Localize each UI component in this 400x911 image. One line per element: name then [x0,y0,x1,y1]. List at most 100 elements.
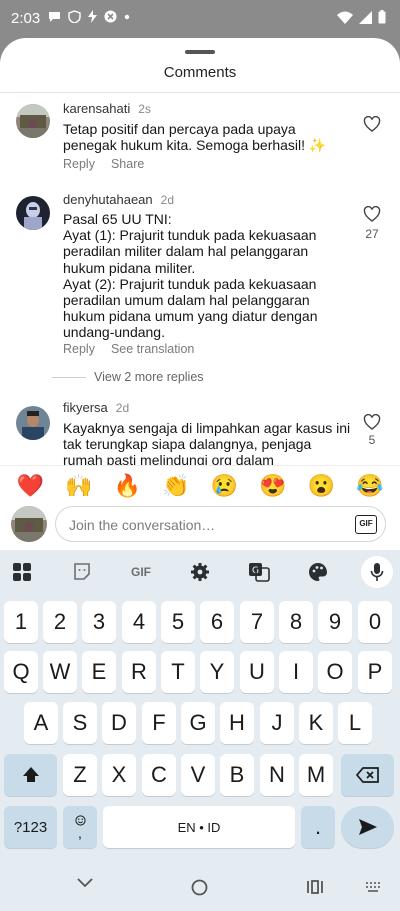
key-0[interactable]: 0 [358,601,392,643]
period-key[interactable]: . [301,806,335,848]
comment-actions: Reply See translation [63,342,194,356]
send-key[interactable] [341,806,394,848]
key-k[interactable]: K [299,702,333,744]
key-i[interactable]: I [279,651,313,693]
key-8[interactable]: 8 [279,601,313,643]
key-g[interactable]: G [181,702,215,744]
emoji-clap-button[interactable]: 👏 [162,474,189,497]
apps-grid-icon[interactable] [10,561,34,583]
key-4[interactable]: 4 [122,601,156,643]
key-a[interactable]: A [24,702,58,744]
avatar[interactable] [16,406,50,440]
comment-username[interactable]: fikyersa 2d [63,400,129,415]
like-heart-icon[interactable] [363,414,381,430]
key-h[interactable]: H [220,702,254,744]
home-circle-icon[interactable] [191,879,208,896]
share-button[interactable]: Share [111,157,144,171]
comment-input-placeholder: Join the conversation… [69,517,216,533]
like-heart-icon[interactable] [363,116,381,132]
emoji-heart-button[interactable]: ❤️ [17,474,44,497]
comment-input[interactable]: Join the conversation… GIF [55,506,386,542]
shield-notification-icon [68,10,81,23]
keyboard-switch-icon[interactable] [366,882,381,892]
system-navigation-bar [0,861,400,911]
comment-username[interactable]: denyhutahaean 2d [63,192,174,207]
key-u[interactable]: U [240,651,274,693]
gif-keyboard-button[interactable]: GIF [127,561,155,583]
key-1[interactable]: 1 [4,601,38,643]
like-heart-icon[interactable] [363,206,381,222]
sticker-icon[interactable] [70,561,94,583]
key-j[interactable]: J [260,702,294,744]
key-9[interactable]: 9 [318,601,352,643]
avatar-photo-icon [16,196,50,230]
comment-username[interactable]: karensahati 2s [63,101,151,116]
key-s[interactable]: S [63,702,97,744]
chat-notification-icon [49,12,60,22]
emoji-crying-button[interactable]: 😢 [211,474,238,497]
key-t[interactable]: T [161,651,195,693]
comment-time: 2d [115,401,130,415]
emoji-heart-eyes-button[interactable]: 😍 [259,474,286,497]
key-3[interactable]: 3 [82,601,116,643]
gif-button[interactable]: GIF [355,515,377,534]
key-r[interactable]: R [122,651,156,693]
sheet-drag-handle[interactable] [185,50,215,54]
key-w[interactable]: W [43,651,77,693]
view-more-replies-button[interactable]: View 2 more replies [52,370,204,384]
keyboard-toolbar: GIF G [0,550,400,594]
view-more-replies-label[interactable]: View 2 more replies [94,370,204,384]
send-arrow-icon [358,819,377,835]
dot-notification-icon [124,14,130,20]
settings-gear-icon[interactable] [188,561,212,583]
key-n[interactable]: N [260,754,294,796]
emoji-surprised-button[interactable]: 😮 [308,474,335,497]
key-v[interactable]: V [181,754,215,796]
translate-icon[interactable]: G [247,561,271,583]
key-6[interactable]: 6 [200,601,234,643]
key-2[interactable]: 2 [43,601,77,643]
shift-key[interactable] [4,754,57,796]
recents-icon[interactable] [306,880,324,894]
comment-text: Pasal 65 UU TNI: Ayat (1): Prajurit tund… [63,211,318,341]
avatar[interactable] [16,196,50,230]
key-q[interactable]: Q [4,651,38,693]
key-c[interactable]: C [142,754,176,796]
emoji-raising-hands-button[interactable]: 🙌 [65,474,92,497]
comment-actions: Reply Share [63,157,144,171]
like-count: 5 [368,433,376,447]
reply-button[interactable]: Reply [63,157,95,171]
key-5[interactable]: 5 [161,601,195,643]
smiley-icon [74,814,86,826]
signal-icon [359,10,372,24]
divider [52,376,86,378]
reply-button[interactable]: Reply [63,342,95,356]
key-p[interactable]: P [358,651,392,693]
status-bar: 2:03 [0,0,400,38]
app-notification-icon [104,10,117,23]
key-l[interactable]: L [338,702,372,744]
space-key[interactable]: EN • ID [103,806,295,848]
key-d[interactable]: D [102,702,136,744]
key-m[interactable]: M [299,754,333,796]
avatar[interactable] [16,104,50,138]
key-z[interactable]: Z [63,754,97,796]
avatar-photo-icon [16,104,50,138]
key-b[interactable]: B [220,754,254,796]
key-7[interactable]: 7 [240,601,274,643]
emoji-comma-key[interactable]: , [63,806,97,848]
emoji-joy-button[interactable]: 😂 [356,474,383,497]
see-translation-button[interactable]: See translation [111,342,194,356]
key-e[interactable]: E [82,651,116,693]
symbols-key[interactable]: ?123 [4,806,57,848]
key-o[interactable]: O [318,651,352,693]
key-y[interactable]: Y [200,651,234,693]
microphone-icon[interactable] [361,556,393,588]
theme-palette-icon[interactable] [306,561,330,583]
back-chevron-icon[interactable] [76,877,94,889]
emoji-fire-button[interactable]: 🔥 [114,474,141,497]
key-x[interactable]: X [102,754,136,796]
backspace-key[interactable] [341,754,394,796]
key-f[interactable]: F [142,702,176,744]
sheet-title: Comments [163,64,237,81]
